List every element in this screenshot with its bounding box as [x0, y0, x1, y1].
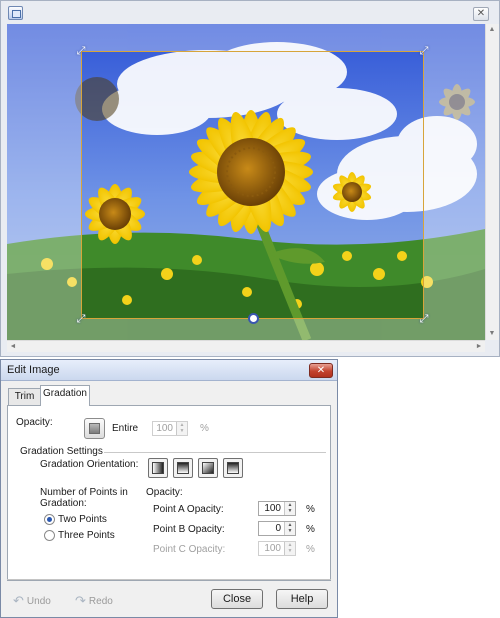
image-canvas[interactable]: ⤢ ⤢ ⤢ ⤢ [7, 24, 485, 340]
app-window-icon [8, 6, 23, 20]
opacity-entire-button[interactable] [84, 418, 105, 439]
gradation-settings-label: Gradation Settings [20, 446, 103, 457]
trim-frame[interactable]: ⤢ ⤢ ⤢ ⤢ [77, 45, 429, 325]
point-b-opacity-spinner[interactable]: 0 ▲ ▼ [258, 521, 296, 536]
gradation-midpoint-handle-icon[interactable] [247, 313, 259, 324]
entire-opacity-spinner[interactable]: 100 ▲ ▼ [152, 421, 188, 436]
entire-label: Entire [112, 423, 139, 434]
point-b-opacity-unit: % [306, 524, 315, 535]
redo-icon: ↷ [75, 593, 86, 608]
window-close-button[interactable]: ✕ [473, 7, 489, 21]
tab-trim[interactable]: Trim [8, 388, 41, 406]
section-divider [104, 452, 326, 453]
resize-handle-top-left-icon[interactable]: ⤢ [74, 44, 88, 58]
point-a-opacity-unit: % [306, 504, 315, 515]
resize-handle-top-right-icon[interactable]: ⤢ [417, 44, 431, 58]
two-points-radio[interactable] [44, 514, 55, 525]
spin-down-icon[interactable]: ▼ [177, 428, 187, 434]
point-b-opacity-label: Point B Opacity: [153, 524, 225, 535]
left-right-gradient-icon[interactable] [148, 458, 168, 478]
opacity-label: Opacity: [16, 417, 53, 428]
points-label-line2: Gradation: [40, 498, 87, 509]
tab-gradation[interactable]: Gradation [40, 385, 90, 406]
dialog-titlebar: Edit Image ✕ [1, 360, 337, 381]
point-opacity-label: Opacity: [146, 487, 183, 498]
point-a-opacity-spinner[interactable]: 100 ▲ ▼ [258, 501, 296, 516]
undo-label: Undo [26, 595, 51, 607]
gradation-panel: Opacity: Entire 100 ▲ ▼ % Gradation Setti… [7, 405, 331, 581]
entire-opacity-unit: % [200, 423, 209, 434]
top-bottom-gradient-icon[interactable] [173, 458, 193, 478]
dialog-close-button[interactable]: ✕ [309, 363, 333, 378]
scroll-down-icon[interactable]: ▼ [486, 328, 498, 340]
vertical-scrollbar[interactable]: ▲ ▼ [485, 24, 499, 340]
point-c-opacity-label: Point C Opacity: [153, 544, 226, 555]
image-preview-window: ✕ ⤢ ⤢ ⤢ ⤢ ▲ ▼ ◄ ► [0, 0, 500, 357]
gradation-orientation-label: Gradation Orientation: [40, 459, 139, 470]
point-c-opacity-value: 100 [264, 543, 281, 554]
scroll-right-icon[interactable]: ► [473, 341, 485, 353]
redo-label: Redo [88, 595, 113, 607]
point-c-opacity-spinner[interactable]: 100 ▲ ▼ [258, 541, 296, 556]
edit-image-dialog: Edit Image ✕ Trim Gradation Opacity: Ent… [0, 359, 338, 618]
two-points-label[interactable]: Two Points [58, 514, 107, 525]
scroll-up-icon[interactable]: ▲ [486, 24, 498, 36]
spin-down-icon[interactable]: ▼ [285, 508, 295, 514]
help-button[interactable]: Help [276, 589, 328, 609]
undo-icon: ↶ [13, 593, 24, 608]
resize-handle-bottom-right-icon[interactable]: ⤢ [417, 312, 431, 326]
point-a-opacity-label: Point A Opacity: [153, 504, 224, 515]
three-points-radio[interactable] [44, 530, 55, 541]
entire-opacity-value: 100 [156, 423, 173, 434]
point-b-opacity-value: 0 [275, 523, 281, 534]
diagonal-gradient-icon[interactable] [198, 458, 218, 478]
spin-down-icon[interactable]: ▼ [285, 528, 295, 534]
footer-divider [7, 579, 331, 580]
spin-down-icon[interactable]: ▼ [285, 548, 295, 554]
three-points-label[interactable]: Three Points [58, 530, 115, 541]
scroll-left-icon[interactable]: ◄ [7, 341, 19, 353]
point-c-opacity-unit: % [306, 544, 315, 555]
close-button[interactable]: Close [211, 589, 263, 609]
dialog-title: Edit Image [7, 364, 60, 376]
point-a-opacity-value: 100 [264, 503, 281, 514]
redo-button[interactable]: ↷ Redo [75, 593, 113, 609]
points-label-line1: Number of Points in [40, 487, 128, 498]
undo-button[interactable]: ↶ Undo [13, 593, 51, 609]
resize-handle-bottom-left-icon[interactable]: ⤢ [74, 312, 88, 326]
bottom-top-gradient-icon[interactable] [223, 458, 243, 478]
horizontal-scrollbar[interactable]: ◄ ► [7, 340, 485, 352]
